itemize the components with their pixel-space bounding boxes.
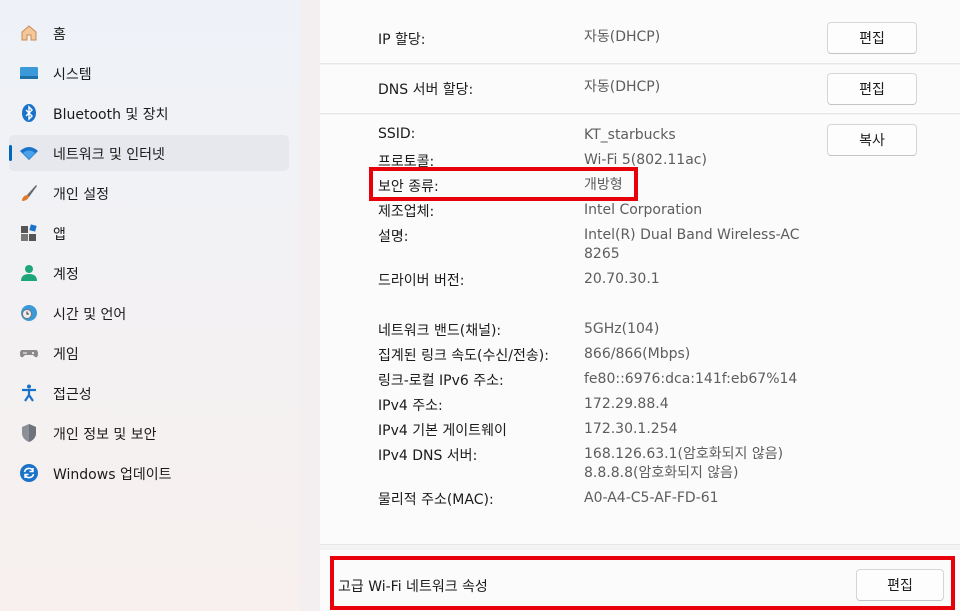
ipv4-dns-value-line2: 8.8.8.8(암호화되지 않음) [584, 465, 739, 481]
sidebar-item-label: 홈 [53, 27, 66, 43]
ipv4-value: 172.29.88.4 [584, 396, 669, 412]
update-icon [19, 463, 39, 483]
sidebar-item-label: 네트워크 및 인터넷 [53, 147, 165, 163]
sidebar-item-label: 개인 정보 및 보안 [53, 427, 157, 443]
home-icon [19, 23, 39, 43]
sidebar-item-accounts[interactable]: 계정 [9, 255, 289, 291]
sidebar-item-label: 개인 설정 [53, 187, 109, 203]
ipv6-label: 링크-로컬 IPv6 주소: [378, 373, 504, 389]
shield-icon [19, 423, 39, 443]
dns-assignment-value: 자동(DHCP) [584, 79, 661, 95]
description-value-line1: Intel(R) Dual Band Wireless-AC [584, 227, 800, 243]
gateway-label: IPv4 기본 게이트웨이 [378, 423, 507, 439]
sidebar-item-personalization[interactable]: 개인 설정 [9, 175, 289, 211]
time-language-icon [19, 303, 39, 323]
ip-assignment-value: 자동(DHCP) [584, 29, 661, 45]
driver-version-value: 20.70.30.1 [584, 271, 660, 287]
link-speed-value: 866/866(Mbps) [584, 346, 691, 362]
sidebar: 홈 시스템 Bluetooth 및 장치 네트워크 및 인터넷 개인 설정 앱 [0, 0, 300, 611]
sidebar-item-privacy[interactable]: 개인 정보 및 보안 [9, 415, 289, 451]
security-type-value: 개방형 [584, 177, 623, 193]
bluetooth-icon [19, 103, 39, 123]
protocol-value: Wi-Fi 5(802.11ac) [584, 152, 707, 168]
sidebar-item-time-language[interactable]: 시간 및 언어 [9, 295, 289, 331]
mac-address-label: 물리적 주소(MAC): [378, 492, 494, 508]
sidebar-item-home[interactable]: 홈 [9, 15, 289, 51]
account-icon [19, 263, 39, 283]
advanced-wifi-label: 고급 Wi-Fi 네트워크 속성 [338, 579, 488, 595]
ipv4-dns-value-line1: 168.126.63.1(암호화되지 않음) [584, 446, 784, 462]
sidebar-item-windows-update[interactable]: Windows 업데이트 [9, 455, 289, 491]
sidebar-item-label: Windows 업데이트 [53, 467, 172, 483]
security-type-label: 보안 종류: [378, 179, 439, 195]
description-value-line2: 8265 [584, 246, 620, 262]
mac-address-value: A0-A4-C5-AF-FD-61 [584, 490, 719, 506]
active-indicator [9, 145, 12, 161]
sidebar-item-label: 시스템 [53, 67, 92, 83]
description-label: 설명: [378, 229, 409, 245]
apps-icon [19, 223, 39, 243]
ipv6-value: fe80::6976:dca:141f:eb67%14 [584, 371, 798, 387]
copy-button[interactable]: 복사 [827, 124, 917, 156]
brush-icon [19, 183, 39, 203]
main-content: IP 할당: 자동(DHCP) 편집 DNS 서버 할당: 자동(DHCP) 편… [320, 0, 960, 611]
dns-assignment-card: DNS 서버 할당: 자동(DHCP) 편집 [320, 65, 960, 114]
network-band-label: 네트워크 밴드(채널): [378, 323, 502, 339]
ssid-value: KT_starbucks [584, 127, 676, 143]
gateway-value: 172.30.1.254 [584, 421, 678, 437]
sidebar-item-label: Bluetooth 및 장치 [53, 107, 169, 123]
protocol-label: 프로토콜: [378, 154, 435, 170]
network-band-value: 5GHz(104) [584, 321, 660, 337]
ip-assignment-edit-button[interactable]: 편집 [827, 22, 917, 54]
sidebar-item-gaming[interactable]: 게임 [9, 335, 289, 371]
sidebar-item-apps[interactable]: 앱 [9, 215, 289, 251]
ip-assignment-card: IP 할당: 자동(DHCP) 편집 [320, 0, 960, 64]
properties-card: 복사 SSID: KT_starbucks 프로토콜: Wi-Fi 5(802.… [320, 115, 960, 545]
manufacturer-label: 제조업체: [378, 204, 435, 220]
sidebar-item-label: 시간 및 언어 [53, 307, 127, 323]
sidebar-item-label: 게임 [53, 347, 79, 363]
driver-version-label: 드라이버 버전: [378, 273, 465, 289]
system-icon [19, 63, 39, 83]
ipv4-dns-label: IPv4 DNS 서버: [378, 448, 478, 464]
ipv4-label: IPv4 주소: [378, 398, 443, 414]
dns-assignment-edit-button[interactable]: 편집 [827, 73, 917, 105]
ssid-label: SSID: [378, 126, 416, 142]
sidebar-item-network[interactable]: 네트워크 및 인터넷 [9, 135, 289, 171]
accessibility-icon [19, 383, 39, 403]
advanced-wifi-card: 고급 Wi-Fi 네트워크 속성 편집 [320, 550, 960, 611]
sidebar-item-accessibility[interactable]: 접근성 [9, 375, 289, 411]
sidebar-item-label: 계정 [53, 267, 79, 283]
dns-assignment-label: DNS 서버 할당: [378, 82, 474, 98]
sidebar-item-label: 앱 [53, 227, 66, 243]
gamepad-icon [19, 343, 39, 363]
link-speed-label: 집계된 링크 속도(수신/전송): [378, 348, 549, 364]
ip-assignment-label: IP 할당: [378, 32, 426, 48]
advanced-wifi-edit-button[interactable]: 편집 [856, 569, 944, 601]
wifi-icon [19, 143, 39, 163]
sidebar-item-system[interactable]: 시스템 [9, 55, 289, 91]
manufacturer-value: Intel Corporation [584, 202, 703, 218]
sidebar-item-bluetooth[interactable]: Bluetooth 및 장치 [9, 95, 289, 131]
sidebar-item-label: 접근성 [53, 387, 92, 403]
